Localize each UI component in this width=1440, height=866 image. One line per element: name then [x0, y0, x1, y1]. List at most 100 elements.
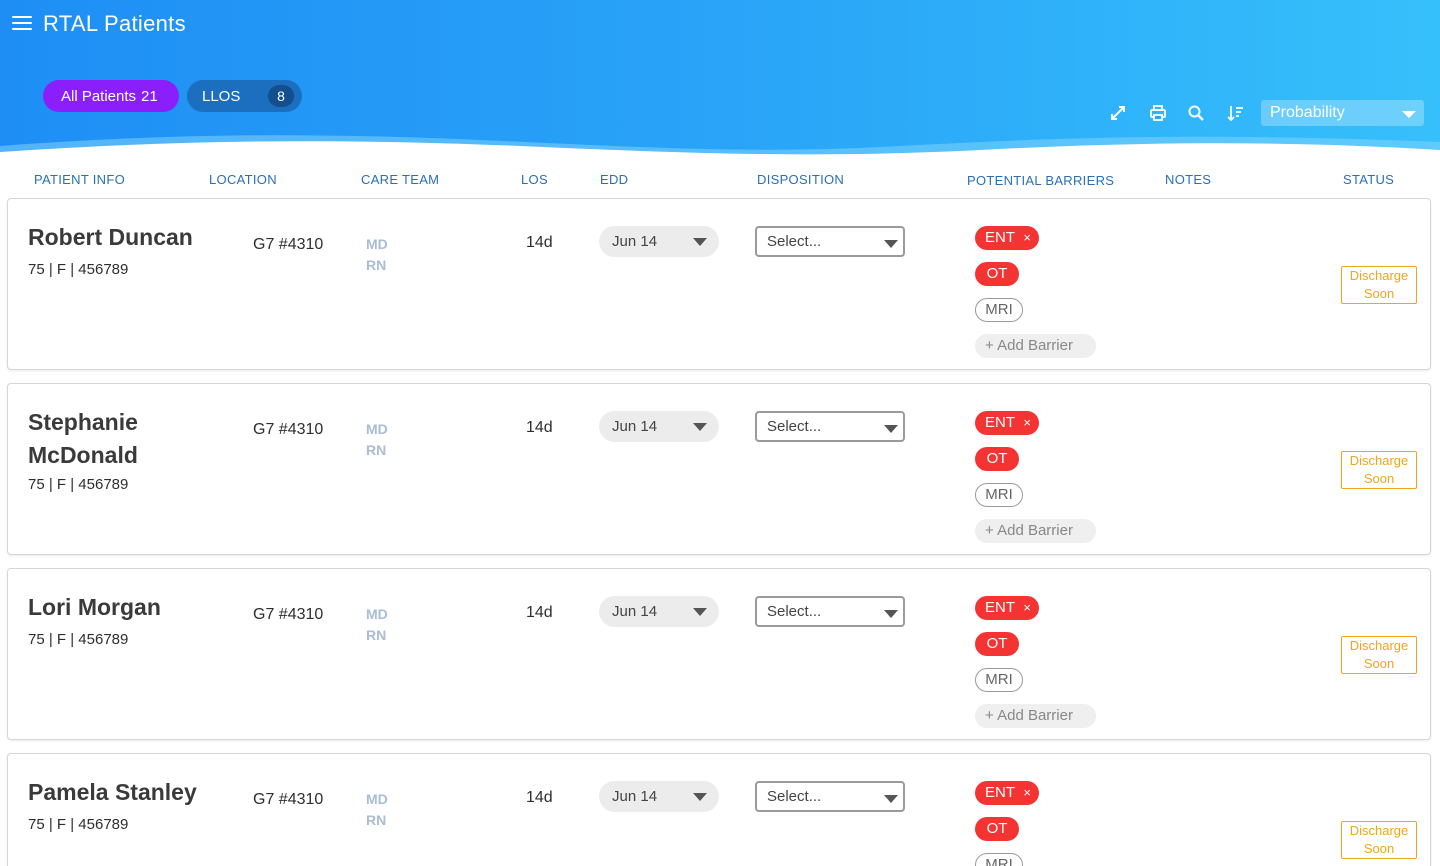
patient-demographics: 75 | F | 456789: [28, 631, 129, 648]
care-team-rn[interactable]: RN: [366, 812, 386, 828]
add-barrier-button[interactable]: + Add Barrier: [975, 334, 1096, 358]
chevron-down-icon: [884, 795, 898, 803]
column-header-notes[interactable]: NOTES: [1165, 172, 1211, 187]
barrier-chip-ot[interactable]: OT: [975, 632, 1019, 656]
care-team-md[interactable]: MD: [366, 606, 388, 622]
patient-card[interactable]: Stephanie McDonald 75 | F | 456789 G7 #4…: [7, 383, 1431, 555]
column-header-los[interactable]: LOS: [521, 172, 548, 187]
sort-value: Probability: [1270, 104, 1345, 121]
patient-card[interactable]: Pamela Stanley 75 | F | 456789 G7 #4310 …: [7, 753, 1431, 866]
patient-card[interactable]: Robert Duncan 75 | F | 456789 G7 #4310 M…: [7, 198, 1431, 370]
patient-name[interactable]: Robert Duncan: [28, 221, 218, 254]
patient-demographics: 75 | F | 456789: [28, 261, 129, 278]
length-of-stay: 14d: [526, 234, 553, 251]
barrier-chip-mri[interactable]: MRI: [975, 853, 1023, 866]
print-icon[interactable]: [1148, 103, 1168, 123]
patient-demographics: 75 | F | 456789: [28, 816, 129, 833]
edd-value: Jun 14: [612, 233, 658, 250]
patient-location: G7 #4310: [253, 606, 324, 623]
patient-name[interactable]: Lori Morgan: [28, 591, 218, 624]
tab-llos[interactable]: LLOS 8: [187, 80, 302, 112]
column-header-location[interactable]: LOCATION: [209, 172, 277, 187]
column-header-potential-barriers[interactable]: POTENTIAL BARRIERS: [967, 173, 1114, 188]
barrier-chip-mri[interactable]: MRI: [975, 298, 1023, 322]
patient-demographics: 75 | F | 456789: [28, 476, 129, 493]
chevron-down-icon: [693, 238, 707, 246]
close-icon[interactable]: ×: [1023, 781, 1031, 805]
edd-value: Jun 14: [612, 788, 658, 805]
barrier-label: ENT: [985, 784, 1015, 801]
barrier-chip-ent[interactable]: ENT ×: [975, 226, 1039, 250]
header-wave: [0, 135, 1440, 160]
disposition-select[interactable]: Select...: [755, 781, 905, 812]
column-header-care-team[interactable]: CARE TEAM: [361, 172, 439, 187]
chevron-down-icon: [693, 608, 707, 616]
barrier-label: ENT: [985, 229, 1015, 246]
disposition-value: Select...: [767, 418, 822, 435]
patient-name[interactable]: Stephanie McDonald: [28, 406, 218, 472]
chevron-down-icon: [693, 793, 707, 801]
patient-card[interactable]: Lori Morgan 75 | F | 456789 G7 #4310 MD …: [7, 568, 1431, 740]
app-header: RTAL Patients All Patients 21 LLOS 8 Pro…: [0, 0, 1440, 160]
page-title: RTAL Patients: [43, 11, 186, 36]
close-icon[interactable]: ×: [1023, 226, 1031, 250]
chevron-down-icon: [884, 610, 898, 618]
column-header-patient-info[interactable]: PATIENT INFO: [34, 172, 125, 187]
add-barrier-button[interactable]: + Add Barrier: [975, 704, 1096, 728]
care-team-rn[interactable]: RN: [366, 627, 386, 643]
care-team-md[interactable]: MD: [366, 421, 388, 437]
tab-all-patients[interactable]: All Patients 21: [43, 80, 179, 112]
chevron-down-icon: [884, 425, 898, 433]
disposition-value: Select...: [767, 603, 822, 620]
tab-label: LLOS: [202, 87, 241, 105]
barrier-chip-ent[interactable]: ENT ×: [975, 411, 1039, 435]
add-barrier-button[interactable]: + Add Barrier: [975, 519, 1096, 543]
column-header-edd[interactable]: EDD: [600, 172, 628, 187]
care-team-md[interactable]: MD: [366, 791, 388, 807]
status-badge: Discharge Soon: [1341, 636, 1417, 674]
close-icon[interactable]: ×: [1023, 596, 1031, 620]
barrier-chip-ot[interactable]: OT: [975, 447, 1019, 471]
edd-dropdown[interactable]: Jun 14: [599, 596, 719, 627]
patient-name[interactable]: Pamela Stanley: [28, 776, 218, 809]
care-team-md[interactable]: MD: [366, 236, 388, 252]
status-badge: Discharge Soon: [1341, 821, 1417, 859]
tab-count: 21: [141, 87, 158, 105]
patient-location: G7 #4310: [253, 236, 324, 253]
tab-count: 8: [268, 85, 294, 107]
disposition-select[interactable]: Select...: [755, 411, 905, 442]
patient-location: G7 #4310: [253, 791, 324, 808]
edd-dropdown[interactable]: Jun 14: [599, 226, 719, 257]
hamburger-menu-icon[interactable]: [12, 16, 32, 34]
disposition-select[interactable]: Select...: [755, 596, 905, 627]
edd-value: Jun 14: [612, 603, 658, 620]
length-of-stay: 14d: [526, 604, 553, 621]
barrier-chip-mri[interactable]: MRI: [975, 668, 1023, 692]
edd-dropdown[interactable]: Jun 14: [599, 781, 719, 812]
disposition-select[interactable]: Select...: [755, 226, 905, 257]
length-of-stay: 14d: [526, 789, 553, 806]
column-header-status[interactable]: STATUS: [1343, 172, 1394, 187]
care-team-rn[interactable]: RN: [366, 442, 386, 458]
status-badge: Discharge Soon: [1341, 451, 1417, 489]
close-icon[interactable]: ×: [1023, 411, 1031, 435]
disposition-value: Select...: [767, 788, 822, 805]
barrier-chip-ent[interactable]: ENT ×: [975, 596, 1039, 620]
chevron-down-icon: [693, 423, 707, 431]
expand-icon[interactable]: [1108, 103, 1128, 123]
barrier-label: ENT: [985, 414, 1015, 431]
care-team-rn[interactable]: RN: [366, 257, 386, 273]
barrier-chip-mri[interactable]: MRI: [975, 483, 1023, 507]
column-header-disposition[interactable]: DISPOSITION: [757, 172, 844, 187]
barrier-chip-ot[interactable]: OT: [975, 262, 1019, 286]
edd-value: Jun 14: [612, 418, 658, 435]
sort-icon[interactable]: [1226, 103, 1246, 123]
sort-by-select[interactable]: Probability: [1261, 100, 1424, 126]
patient-location: G7 #4310: [253, 421, 324, 438]
chevron-down-icon: [884, 240, 898, 248]
search-icon[interactable]: [1186, 103, 1206, 123]
barrier-chip-ent[interactable]: ENT ×: [975, 781, 1039, 805]
barrier-chip-ot[interactable]: OT: [975, 817, 1019, 841]
edd-dropdown[interactable]: Jun 14: [599, 411, 719, 442]
barrier-label: ENT: [985, 599, 1015, 616]
